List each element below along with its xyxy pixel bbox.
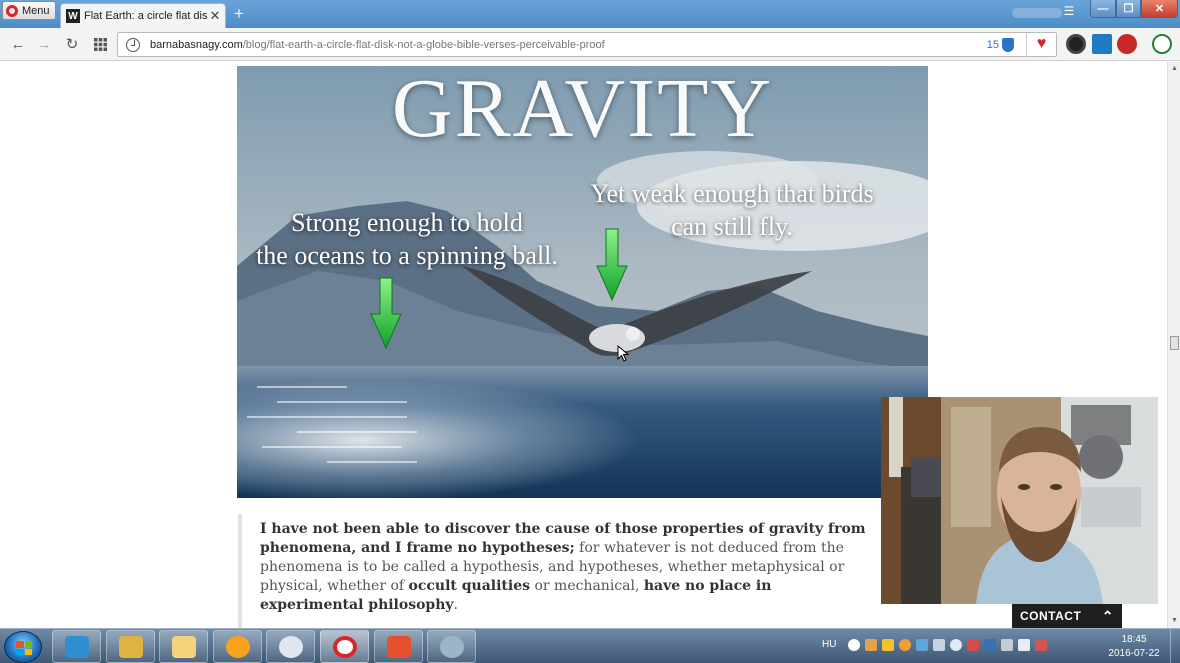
- volume-icon[interactable]: [1018, 639, 1030, 651]
- tray-app-icon[interactable]: [865, 639, 877, 651]
- url-host: barnabasnagy.com: [150, 38, 243, 51]
- close-window-button[interactable]: ✕: [1141, 0, 1178, 18]
- right-caption-line1: Yet weak enough that birds: [590, 179, 874, 208]
- extension-update-icon[interactable]: [1152, 34, 1172, 54]
- taskbar-app-tools[interactable]: [106, 630, 155, 663]
- tray-coin-icon[interactable]: [899, 639, 911, 651]
- taskbar-app-explorer[interactable]: [159, 630, 208, 663]
- blocked-count-badge: 15: [986, 38, 999, 51]
- system-tray: [848, 639, 1047, 651]
- windows-taskbar: HU 18:45 2016-07-22: [0, 628, 1180, 663]
- heart-icon[interactable]: ♥: [1026, 32, 1056, 57]
- browser-tab[interactable]: W Flat Earth: a circle flat disk ✕: [60, 3, 226, 28]
- tray-record-icon[interactable]: [848, 639, 860, 651]
- folder-icon: [172, 636, 196, 658]
- opera-menu-button[interactable]: Menu: [2, 1, 56, 20]
- quote-text-3: .: [453, 597, 458, 613]
- menu-label: Menu: [22, 4, 50, 17]
- reload-icon[interactable]: ↻: [62, 35, 82, 55]
- download-icon: [387, 636, 411, 658]
- system-clock[interactable]: 18:45 2016-07-22: [1100, 633, 1168, 661]
- back-icon[interactable]: ←: [8, 35, 28, 55]
- tray-box-icon[interactable]: [882, 639, 894, 651]
- taskbar-app-download[interactable]: [374, 630, 423, 663]
- windows-logo-icon: [16, 641, 32, 655]
- extension-s-icon[interactable]: [1092, 34, 1112, 54]
- webcam-overlay: [881, 397, 1158, 604]
- clock-date: 2016-07-22: [1108, 648, 1160, 659]
- scroll-down-icon[interactable]: ▼: [1170, 617, 1179, 625]
- tab-title: Flat Earth: a circle flat disk: [84, 10, 207, 22]
- clock-time: 18:45: [1121, 634, 1147, 645]
- newton-quote: I have not been able to discover the cau…: [238, 514, 868, 628]
- left-caption-line2: the oceans to a spinning ball.: [256, 241, 558, 270]
- blurred-account: [1012, 8, 1062, 18]
- url-path: /blog/flat-earth-a-circle-flat-disk-not-…: [242, 38, 605, 51]
- extension-dark-icon[interactable]: [1066, 34, 1086, 54]
- contact-label: CONTACT: [1020, 609, 1082, 623]
- start-button[interactable]: [4, 631, 42, 663]
- taskbar-app-media[interactable]: [427, 630, 476, 663]
- security-status-icon[interactable]: [126, 37, 140, 52]
- tray-network-icon[interactable]: [1001, 639, 1013, 651]
- new-tab-button[interactable]: +: [230, 5, 248, 23]
- tray-blue-icon[interactable]: [984, 639, 996, 651]
- opera-logo-icon: [6, 4, 18, 17]
- quote-text-2: or mechanical,: [530, 578, 644, 594]
- quote-bold-2: occult qualities: [408, 578, 531, 594]
- show-desktop-button[interactable]: [1170, 629, 1180, 663]
- gravity-image: GRAVITY Strong enough to hold the oceans…: [237, 66, 928, 498]
- browser-toolbar: ← → ↻ barnabasnagy.com/blog/flat-earth-a…: [0, 28, 1180, 61]
- tray-chat-icon[interactable]: [916, 639, 928, 651]
- tab-favicon-icon: W: [66, 9, 80, 23]
- shield-icon[interactable]: [1002, 37, 1014, 52]
- tray-security-icon[interactable]: [967, 639, 979, 651]
- mouse-cursor-icon: [617, 345, 630, 362]
- taskbar-app-sun[interactable]: [213, 630, 262, 663]
- scroll-up-icon[interactable]: ▲: [1170, 65, 1179, 73]
- taskbar-app-opera[interactable]: [320, 630, 369, 663]
- extension-counter-icon[interactable]: [1117, 34, 1137, 54]
- contact-button[interactable]: CONTACT ⌃: [1012, 604, 1122, 628]
- tools-icon: [119, 636, 143, 658]
- forward-icon[interactable]: →: [34, 35, 54, 55]
- cube-icon: [65, 636, 89, 658]
- chevron-up-icon: ⌃: [1101, 607, 1114, 624]
- url-text[interactable]: barnabasnagy.com/blog/flat-earth-a-circl…: [150, 39, 987, 51]
- maximize-button[interactable]: ❐: [1116, 0, 1141, 18]
- vertical-scrollbar[interactable]: ▲ ▼: [1167, 62, 1180, 628]
- tab-close-icon[interactable]: ✕: [207, 8, 223, 24]
- tray-doc-icon[interactable]: [933, 639, 945, 651]
- screen: Menu W Flat Earth: a circle flat disk ✕ …: [0, 0, 1180, 663]
- opera-icon: [333, 636, 357, 658]
- minimize-button[interactable]: —: [1090, 0, 1116, 18]
- disc-icon: [440, 636, 464, 658]
- webcam-image: [881, 397, 1158, 604]
- taskbar-app-cube[interactable]: [52, 630, 101, 663]
- sun-icon: [226, 636, 250, 658]
- tray-drop-icon[interactable]: [950, 639, 962, 651]
- tray-flag-icon[interactable]: [1035, 639, 1047, 651]
- language-indicator[interactable]: HU: [822, 639, 836, 650]
- taskbar-app-vpn[interactable]: [266, 630, 315, 663]
- address-bar[interactable]: barnabasnagy.com/blog/flat-earth-a-circl…: [117, 32, 1057, 57]
- scroll-thumb[interactable]: [1170, 336, 1179, 350]
- hero-title: GRAVITY: [391, 66, 774, 155]
- lock-icon: [279, 636, 303, 658]
- left-caption: Strong enough to hold the oceans to a sp…: [242, 206, 572, 272]
- browser-titlebar: Menu W Flat Earth: a circle flat disk ✕ …: [0, 0, 1180, 28]
- right-caption-line2: can still fly.: [671, 212, 793, 241]
- left-caption-line1: Strong enough to hold: [291, 208, 523, 237]
- right-caption: Yet weak enough that birds can still fly…: [567, 177, 897, 243]
- tab-menu-icon[interactable]: ☰: [1062, 4, 1076, 18]
- speed-dial-icon[interactable]: [90, 35, 110, 55]
